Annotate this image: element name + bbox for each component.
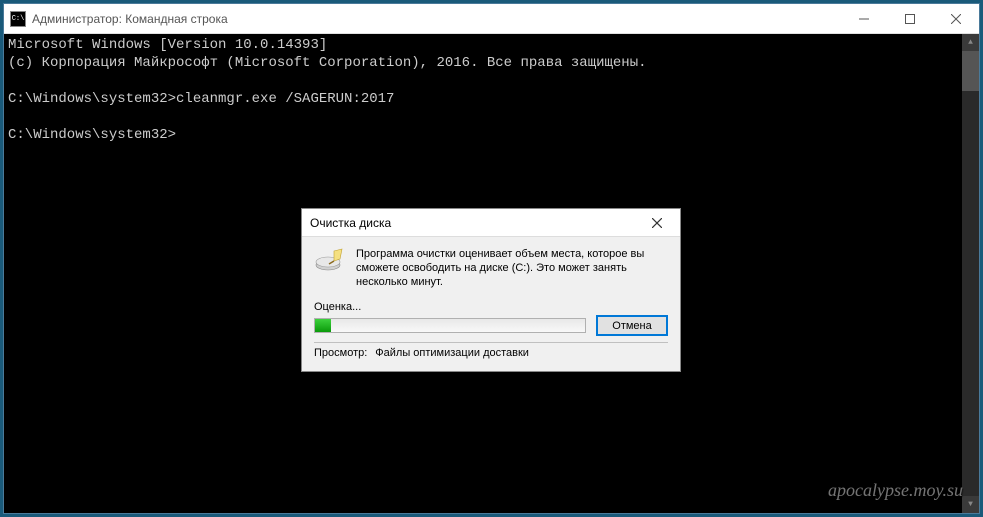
scroll-down-button[interactable]: ▼ <box>962 496 979 513</box>
maximize-button[interactable] <box>887 4 933 33</box>
dialog-footer: Просмотр: Файлы оптимизации доставки <box>314 342 668 359</box>
cancel-button[interactable]: Отмена <box>596 315 668 336</box>
cmd-icon: C:\ <box>10 11 26 27</box>
footer-value: Файлы оптимизации доставки <box>375 347 529 359</box>
console-line: Microsoft Windows [Version 10.0.14393] <box>8 37 327 53</box>
console-line: (c) Корпорация Майкрософт (Microsoft Cor… <box>8 55 647 71</box>
titlebar[interactable]: C:\ Администратор: Командная строка <box>4 4 979 34</box>
dialog-titlebar[interactable]: Очистка диска <box>302 209 680 237</box>
dialog-status-label: Оценка... <box>314 301 668 313</box>
console-line: C:\Windows\system32> <box>8 127 176 143</box>
footer-label: Просмотр: <box>314 347 367 359</box>
dialog-message: Программа очистки оценивает объем места,… <box>356 247 668 289</box>
dialog-close-button[interactable] <box>642 209 672 236</box>
disk-cleanup-icon <box>314 247 346 275</box>
minimize-button[interactable] <box>841 4 887 33</box>
scroll-up-button[interactable]: ▲ <box>962 34 979 51</box>
dialog-body: Программа очистки оценивает объем места,… <box>302 237 680 371</box>
window-title: Администратор: Командная строка <box>32 12 841 26</box>
watermark-text: apocalypse.moy.su <box>828 480 963 501</box>
dialog-info-row: Программа очистки оценивает объем места,… <box>314 247 668 289</box>
progress-row: Отмена <box>314 315 668 336</box>
scroll-thumb[interactable] <box>962 51 979 91</box>
close-button[interactable] <box>933 4 979 33</box>
window-controls <box>841 4 979 33</box>
progress-fill <box>315 319 331 332</box>
console-line: C:\Windows\system32>cleanmgr.exe /SAGERU… <box>8 91 394 107</box>
disk-cleanup-dialog: Очистка диска Программа очистки оценивае… <box>301 208 681 372</box>
progress-bar <box>314 318 586 333</box>
scrollbar[interactable]: ▲ ▼ <box>962 34 979 513</box>
dialog-title: Очистка диска <box>310 216 642 230</box>
